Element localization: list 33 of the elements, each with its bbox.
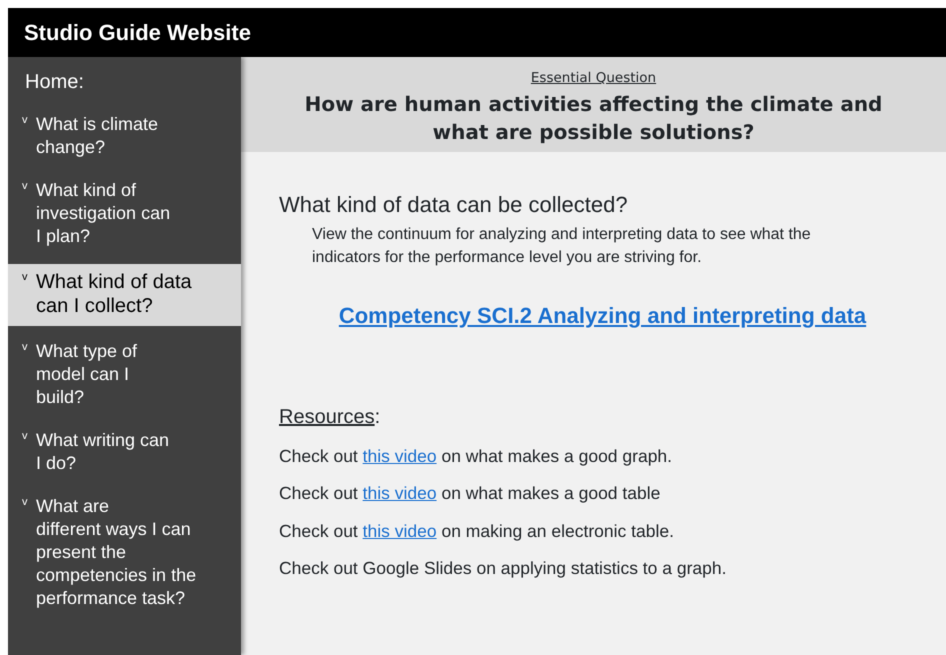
- resource-text: Check out this video on what makes a good table: [279, 482, 662, 506]
- sidebar-item[interactable]: v What type of model can I build?: [8, 336, 241, 425]
- sidebar-item[interactable]: v What are different ways I can present the competencies in the performance task?: [8, 491, 241, 626]
- description-text: View the continuum for analyzing and interpreting data to see what the indicators for the performance level you are striving for.: [312, 225, 812, 268]
- sidebar-item-label: What are different ways I can present the competencies in the performance task?: [36, 495, 196, 610]
- sidebar-item[interactable]: v What writing can I do?: [8, 425, 241, 491]
- sidebar-item[interactable]: v What is climate change?: [8, 109, 241, 175]
- chevron-icon: v: [22, 270, 36, 318]
- resources-heading: Resources:: [279, 405, 380, 430]
- resource-text: Check out this video on what makes a good graph.: [279, 445, 674, 468]
- sidebar-item[interactable]: v What kind of data can I collect?: [8, 264, 241, 326]
- sidebar-item-label: What type of model can I build?: [36, 340, 138, 409]
- chevron-icon: v: [22, 429, 36, 475]
- resource-text: Check out Google Slides on applying statistics to a graph.: [279, 556, 728, 580]
- chevron-icon: v: [22, 495, 36, 610]
- chevron-icon: v: [22, 113, 36, 159]
- competency-link[interactable]: Competency SCI.2 Analyzing and interpreting data: [338, 303, 866, 328]
- chevron-icon: v: [22, 340, 36, 409]
- banner-label: Essential Question: [530, 69, 656, 88]
- video-link[interactable]: this video: [362, 483, 437, 504]
- sidebar-item-label: What writing can I do?: [36, 429, 170, 475]
- chevron-icon: v: [22, 179, 36, 248]
- home-link[interactable]: Home:: [8, 57, 84, 97]
- sidebar-item[interactable]: v What kind of investigation can I plan?: [8, 175, 241, 264]
- site-title: Studio Guide Website: [24, 19, 251, 47]
- section-heading: What kind of data can be collected?: [279, 191, 628, 219]
- resource-text: Check out this video on making an electronic table.: [279, 520, 675, 543]
- essential-question: How are human activities affecting the climate and what are possible solutions?: [304, 91, 884, 146]
- sidebar-item-label: What is climate change?: [36, 113, 158, 159]
- video-link[interactable]: this video: [362, 446, 437, 466]
- sidebar-item-label: What kind of data can I collect?: [36, 270, 192, 318]
- sidebar-item-label: What kind of investigation can I plan?: [36, 179, 170, 248]
- video-link[interactable]: this video: [362, 520, 437, 540]
